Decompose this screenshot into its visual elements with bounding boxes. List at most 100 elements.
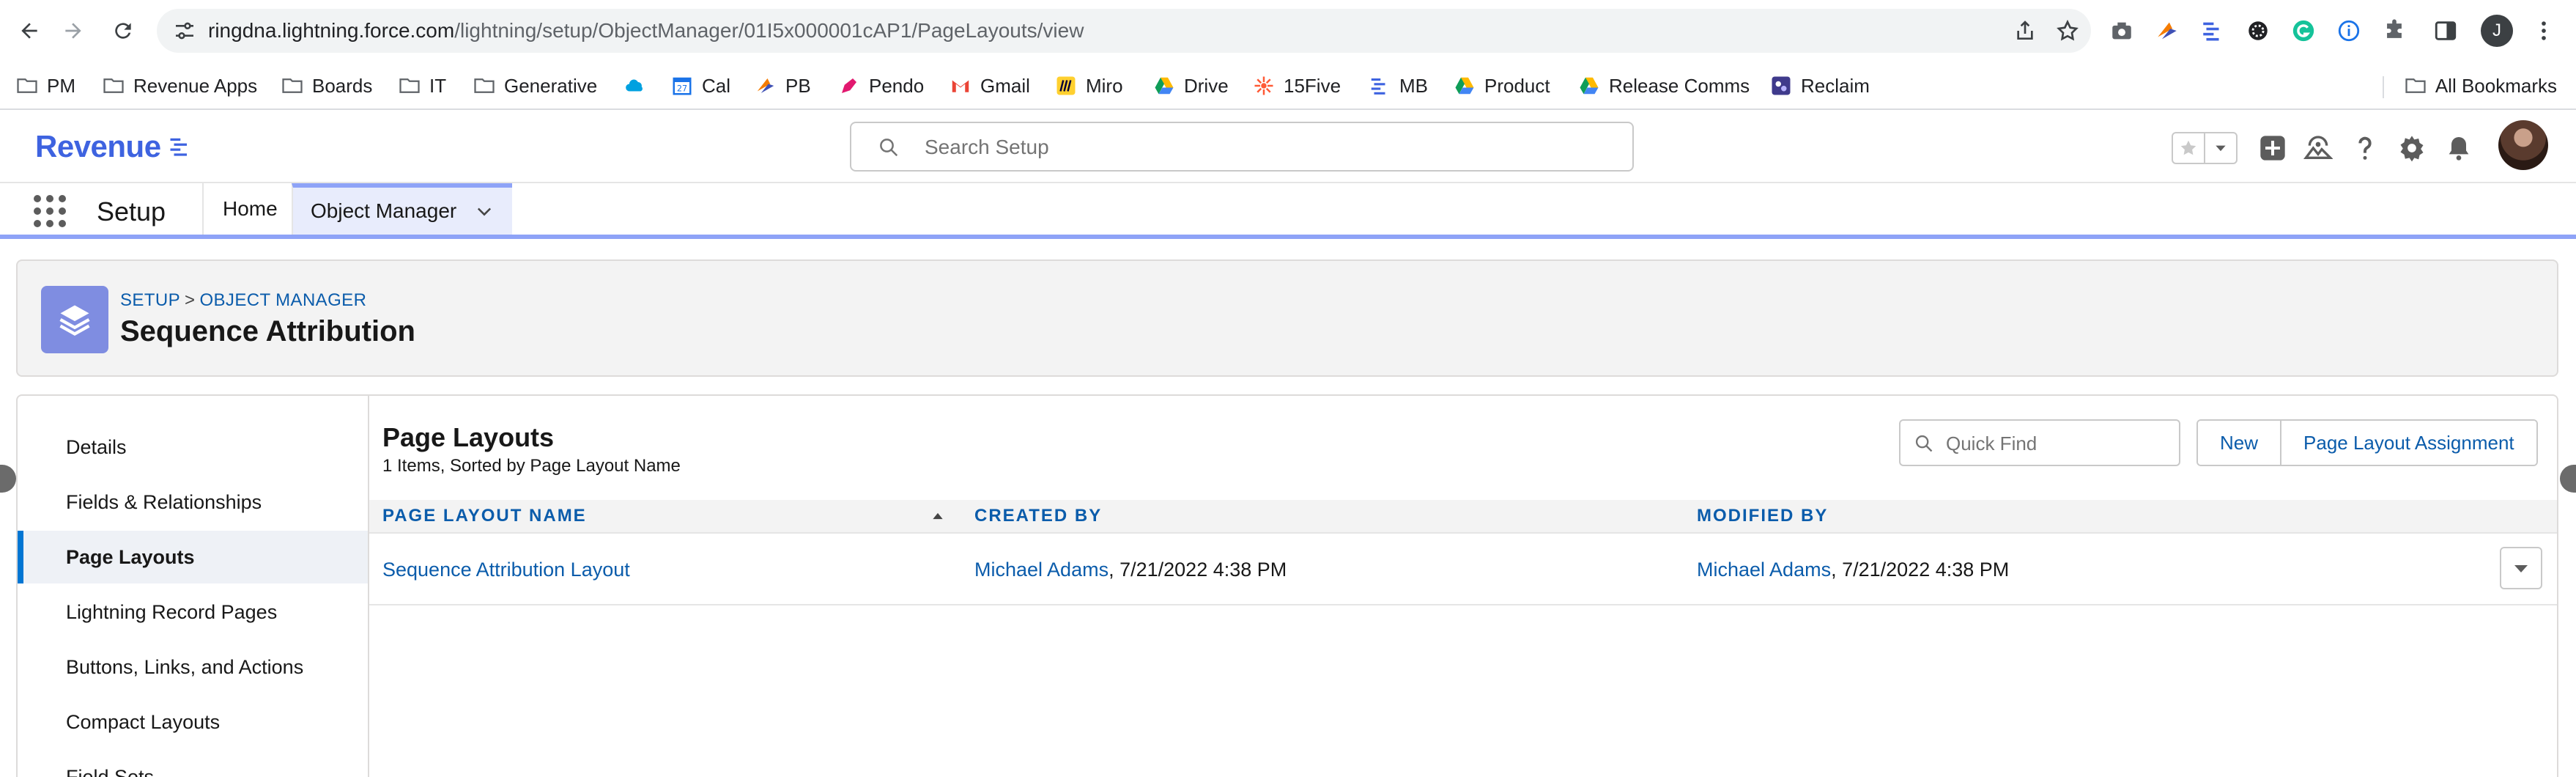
created-by-cell: Michael Adams, 7/21/2022 4:38 PM (974, 559, 1287, 581)
waffle-dot (34, 195, 41, 202)
table-header: PAGE LAYOUT NAME CREATED BY MODIFIED BY (369, 500, 2557, 534)
tab-label: Home (223, 197, 278, 220)
sidebar-item-field-sets[interactable]: Field Sets (18, 751, 368, 777)
bookmark-release-comms[interactable]: Release Comms (1578, 73, 1750, 98)
sidebar-item-lightning-record-pages[interactable]: Lightning Record Pages (18, 586, 368, 638)
favorite-button[interactable] (2173, 133, 2205, 163)
back-button[interactable] (10, 12, 48, 50)
browser-toolbar: ringdna.lightning.force.com/lightning/se… (0, 0, 2576, 62)
caret-down-icon (2514, 565, 2528, 572)
notifications-button[interactable] (2443, 132, 2475, 164)
pendo-icon (842, 78, 856, 93)
waffle-dot (59, 207, 66, 215)
revenue-extension-icon (2203, 22, 2219, 41)
browser-menu-button[interactable] (2529, 16, 2558, 45)
gmail-icon (952, 80, 969, 92)
bookmark-label: Pendo (869, 74, 925, 97)
trailhead-button[interactable] (2302, 132, 2334, 164)
list-title: Page Layouts (382, 422, 555, 452)
breadcrumb-object-manager[interactable]: OBJECT MANAGER (199, 290, 366, 310)
bookmark-15five[interactable]: 15Five (1253, 73, 1341, 98)
all-bookmarks-button[interactable]: All Bookmarks (2405, 73, 2557, 98)
app-launcher-button[interactable] (34, 195, 66, 227)
bookmark-it[interactable]: IT (399, 73, 446, 98)
extensions-button[interactable] (2380, 16, 2409, 45)
site-settings-icon[interactable] (173, 19, 196, 43)
setup-search[interactable] (850, 122, 1634, 172)
info-extension[interactable] (2334, 16, 2364, 45)
search-icon (1915, 435, 1933, 452)
page-layout-assignment-button[interactable]: Page Layout Assignment (2280, 421, 2536, 465)
layout-name-link[interactable]: Sequence Attribution Layout (382, 559, 630, 581)
brand-name: Revenue (35, 129, 161, 163)
search-input[interactable] (925, 133, 1584, 161)
bookmark-mb[interactable]: MB (1369, 73, 1428, 98)
sidebar-item-details[interactable]: Details (18, 421, 368, 474)
side-panel-button[interactable] (2431, 16, 2460, 45)
url-path: /lightning/setup/ObjectManager/01I5x0000… (454, 19, 1084, 42)
row-actions-button[interactable] (2500, 547, 2542, 589)
help-button[interactable] (2349, 132, 2381, 164)
sidebar-item-label: Details (66, 435, 127, 458)
share-icon[interactable] (2013, 19, 2037, 43)
column-header-created-by[interactable]: CREATED BY (974, 506, 1102, 526)
revenue-logo-icon (170, 138, 187, 156)
chevron-down-icon[interactable] (474, 201, 495, 221)
bookmark-pb[interactable]: PB (755, 73, 811, 98)
bookmark-gmail[interactable]: Gmail (950, 73, 1030, 98)
camera-extension[interactable] (2107, 16, 2136, 45)
favorites-group (2172, 132, 2238, 164)
bookmark-miro[interactable]: Miro (1055, 73, 1123, 98)
reload-icon (115, 23, 131, 39)
bookmark-product[interactable]: Product (1454, 73, 1550, 98)
brand-logo[interactable]: Revenue (35, 129, 190, 164)
bookmark-reclaim[interactable]: Reclaim (1770, 73, 1870, 98)
google-drive-icon (1155, 77, 1174, 95)
bookmark-pm[interactable]: PM (16, 73, 75, 98)
address-bar[interactable]: ringdna.lightning.force.com/lightning/se… (157, 9, 2091, 53)
global-actions-button[interactable] (2257, 132, 2289, 164)
created-by-link[interactable]: Michael Adams (974, 559, 1109, 581)
sidebar-item-page-layouts[interactable]: Page Layouts (18, 531, 368, 583)
user-avatar[interactable] (2498, 120, 2548, 170)
column-header-page-layout-name[interactable]: PAGE LAYOUT NAME (382, 506, 587, 526)
sun-extension[interactable] (2243, 16, 2273, 45)
salesforce-cloud-icon (626, 79, 643, 92)
modified-by-link[interactable]: Michael Adams (1697, 559, 1831, 581)
bookmark-label: Generative (504, 74, 598, 97)
bookmark-pendo[interactable]: Pendo (838, 73, 924, 98)
google-drive-icon (1455, 77, 1474, 95)
url-text: ringdna.lightning.force.com/lightning/se… (208, 19, 1084, 43)
quick-find-input[interactable] (1946, 431, 2166, 456)
bookmark-cal[interactable]: 27 Cal (671, 73, 730, 98)
tab-object-manager[interactable]: Object Manager (292, 183, 513, 235)
page-title: Sequence Attribution (120, 315, 415, 347)
quick-find[interactable] (1899, 419, 2180, 466)
profile-button[interactable]: J (2481, 15, 2513, 47)
bookmark-boards[interactable]: Boards (281, 73, 372, 98)
favorites-list-button[interactable] (2205, 133, 2236, 163)
column-header-modified-by[interactable]: MODIFIED BY (1697, 506, 1828, 526)
pb-extension[interactable] (2153, 16, 2182, 45)
bookmark-salesforce[interactable] (624, 73, 655, 98)
grammarly-extension[interactable] (2289, 16, 2318, 45)
breadcrumb: SETUP > OBJECT MANAGER (120, 290, 366, 311)
sidebar-item-fields-relationships[interactable]: Fields & Relationships (18, 476, 368, 529)
revenue-extension[interactable] (2198, 16, 2227, 45)
sidebar-item-buttons-links-actions[interactable]: Buttons, Links, and Actions (18, 641, 368, 693)
folder-icon (474, 78, 495, 93)
new-button[interactable]: New (2198, 421, 2281, 465)
bookmark-star-icon[interactable] (2056, 19, 2079, 43)
setup-gear-button[interactable] (2396, 132, 2428, 164)
bookmark-drive[interactable]: Drive (1153, 73, 1229, 98)
forward-button[interactable] (54, 12, 92, 50)
bookmark-revenue-apps[interactable]: Revenue Apps (103, 73, 257, 98)
global-header: Revenue (0, 110, 2576, 183)
google-drive-icon (1580, 77, 1599, 95)
sort-ascending-icon[interactable] (930, 509, 945, 523)
tab-home[interactable]: Home (202, 183, 297, 235)
bookmark-generative[interactable]: Generative (473, 73, 597, 98)
breadcrumb-setup[interactable]: SETUP (120, 290, 180, 310)
sidebar-item-compact-layouts[interactable]: Compact Layouts (18, 696, 368, 748)
reload-button[interactable] (104, 12, 142, 50)
